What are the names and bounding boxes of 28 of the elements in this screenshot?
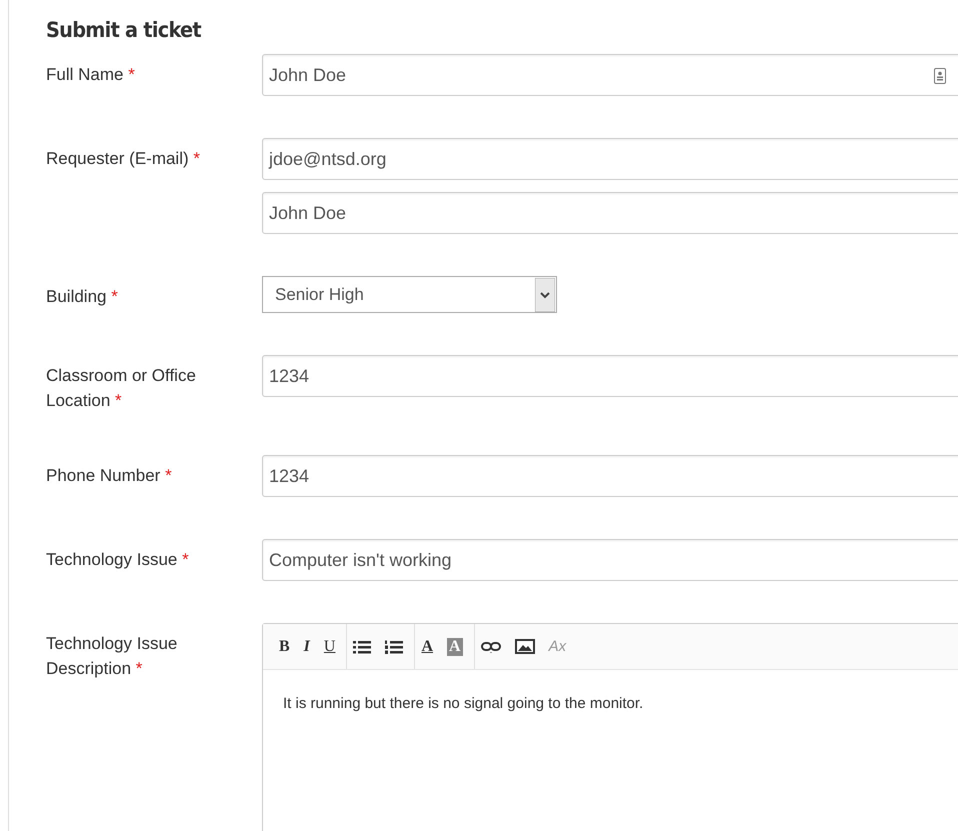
text-field[interactable]: 1234 xyxy=(262,455,958,497)
field-label: Classroom or Office Location * xyxy=(46,366,196,410)
field-label: Technology Issue Description * xyxy=(46,634,178,678)
link-icon[interactable] xyxy=(480,640,501,654)
field-label: Phone Number * xyxy=(46,466,172,485)
text-field[interactable]: Computer isn't working xyxy=(262,539,958,581)
field-label: Technology Issue * xyxy=(46,550,189,569)
building-dropdown[interactable]: Senior High xyxy=(262,276,557,313)
text-color-button[interactable]: A xyxy=(421,638,434,656)
field-label: Building * xyxy=(46,287,118,306)
form-title: Submit a ticket xyxy=(46,18,202,42)
description-editor[interactable]: It is running but there is no signal going to the monitor. xyxy=(263,670,958,831)
italic-button[interactable]: I xyxy=(304,638,310,656)
bold-button[interactable]: B xyxy=(279,638,290,656)
underline-button[interactable]: U xyxy=(324,638,336,656)
caret-icon xyxy=(535,278,555,312)
field-label: Requester (E-mail) * xyxy=(46,149,200,168)
text-field[interactable]: John Doe xyxy=(262,54,958,96)
image-icon[interactable] xyxy=(514,639,535,654)
text-field[interactable]: 1234 xyxy=(262,355,958,397)
contact-card-icon[interactable] xyxy=(934,68,946,84)
text-field[interactable]: jdoe@ntsd.org xyxy=(262,138,958,180)
background-color-button[interactable]: A xyxy=(447,638,463,656)
bulleted-list-icon[interactable] xyxy=(353,640,372,654)
description-text: It is running but there is no signal going to the monitor. xyxy=(283,695,644,712)
text-field[interactable]: John Doe xyxy=(262,192,958,234)
numbered-list-icon[interactable] xyxy=(385,640,404,654)
field-label: Full Name * xyxy=(46,65,135,84)
